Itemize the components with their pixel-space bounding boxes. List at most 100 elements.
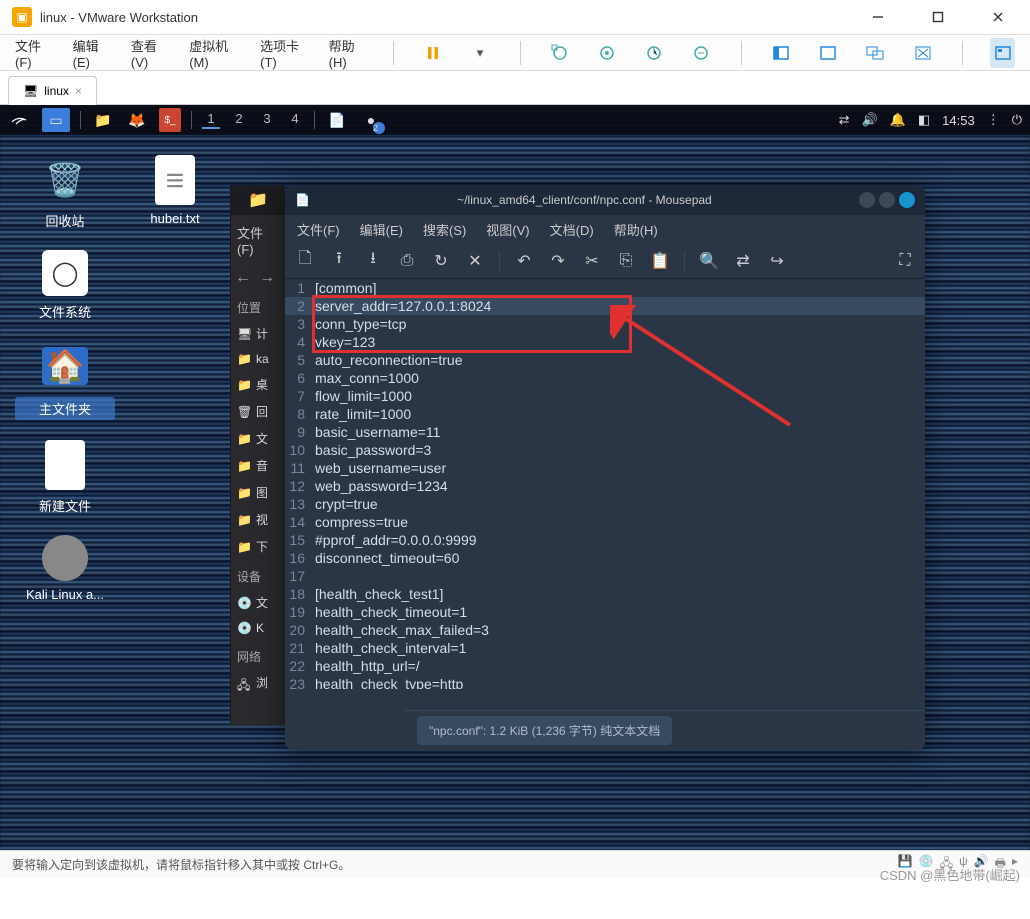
taskbar-editor-icon[interactable]: 📄 xyxy=(325,108,349,132)
vm-tab-linux[interactable]: 🖥 linux × xyxy=(8,76,97,105)
pause-button[interactable] xyxy=(420,38,445,68)
toolbar-btn-9[interactable] xyxy=(990,38,1015,68)
menu-help[interactable]: 帮助(H) xyxy=(329,36,366,70)
editor-line[interactable]: 20health_check_max_failed=3 xyxy=(285,621,925,639)
fm-downloads[interactable]: 📁下 xyxy=(231,533,285,560)
mp-menu-doc[interactable]: 文档(D) xyxy=(550,220,594,239)
mousepad-titlebar[interactable]: 📄 ~/linux_amd64_client/conf/npc.conf - M… xyxy=(285,185,925,215)
mp-menu-view[interactable]: 视图(V) xyxy=(486,220,529,239)
toolbar-btn-3[interactable] xyxy=(642,38,667,68)
minimize-button[interactable] xyxy=(858,2,898,32)
fm-pics[interactable]: 📁图 xyxy=(231,479,285,506)
fm-docs[interactable]: 📁文 xyxy=(231,425,285,452)
network-icon[interactable]: ⇄ xyxy=(839,112,850,128)
volume-icon[interactable]: 🔊 xyxy=(861,112,877,128)
power-icon[interactable]: ⏻ xyxy=(1012,112,1022,128)
home-folder-icon[interactable]: 🏠主文件夹 xyxy=(15,341,115,420)
fullscreen-icon[interactable]: ⛶ xyxy=(895,252,915,270)
taskbar-terminal-icon[interactable]: $_ xyxy=(159,108,181,132)
editor-line[interactable]: 22health_http_url=/ xyxy=(285,657,925,675)
fm-menu-file[interactable]: 文件(F) xyxy=(231,215,285,265)
open-icon[interactable]: ⭱ xyxy=(329,247,349,274)
tab-close-button[interactable]: × xyxy=(75,84,82,98)
editor-line[interactable]: 8rate_limit=1000 xyxy=(285,405,925,423)
editor-line[interactable]: 6max_conn=1000 xyxy=(285,369,925,387)
filesystem-icon[interactable]: ◯文件系统 xyxy=(15,250,115,321)
notification-icon[interactable]: 🔔 xyxy=(890,112,906,128)
kali-linux-icon[interactable]: Kali Linux a... xyxy=(15,535,115,602)
undo-icon[interactable]: ↶ xyxy=(514,251,534,271)
menu-edit[interactable]: 编辑(E) xyxy=(73,36,109,70)
taskbar-app-1[interactable]: ▭ xyxy=(42,108,70,132)
close-file-icon[interactable]: ✕ xyxy=(465,251,485,271)
trash-icon[interactable]: 🗑️回收站 xyxy=(15,155,115,230)
taskbar-firefox-icon[interactable]: 🦊 xyxy=(125,108,149,132)
fm-videos[interactable]: 📁视 xyxy=(231,506,285,533)
editor-line[interactable]: 14compress=true xyxy=(285,513,925,531)
fullscreen-button[interactable] xyxy=(769,38,794,68)
menu-vm[interactable]: 虚拟机(M) xyxy=(189,36,238,70)
mp-maximize-button[interactable] xyxy=(879,192,895,208)
editor-line[interactable]: 7flow_limit=1000 xyxy=(285,387,925,405)
editor-line[interactable]: 23health_check_type=http xyxy=(285,675,925,689)
close-button[interactable] xyxy=(978,2,1018,32)
search-icon[interactable]: 🔍 xyxy=(699,251,719,271)
newfile-icon[interactable]: 新建文件 xyxy=(15,440,115,515)
menu-tabs[interactable]: 选项卡(T) xyxy=(260,36,307,70)
editor-line[interactable]: 4vkey=123 xyxy=(285,333,925,351)
snapshot-manager-button[interactable] xyxy=(595,38,620,68)
save-icon[interactable]: ⭳ xyxy=(363,247,383,274)
editor-line[interactable]: 10basic_password=3 xyxy=(285,441,925,459)
workspace-2[interactable]: 2 xyxy=(230,111,248,129)
unity-button[interactable] xyxy=(816,38,841,68)
editor-line[interactable]: 9basic_username=11 xyxy=(285,423,925,441)
editor-line[interactable]: 13crypt=true xyxy=(285,495,925,513)
mp-menu-help[interactable]: 帮助(H) xyxy=(614,220,658,239)
mp-menu-search[interactable]: 搜索(S) xyxy=(423,220,466,239)
editor-line[interactable]: 21health_check_interval=1 xyxy=(285,639,925,657)
save-as-icon[interactable]: ⎙ xyxy=(397,252,417,270)
reload-icon[interactable]: ↻ xyxy=(431,251,451,271)
toolbar-btn-4[interactable] xyxy=(689,38,714,68)
fm-net-browse[interactable]: 🖧浏 xyxy=(231,669,285,696)
editor-line[interactable]: 11web_username=user xyxy=(285,459,925,477)
fm-dev-docs[interactable]: 💿文 xyxy=(231,589,285,616)
workspace-1[interactable]: 1 xyxy=(202,111,220,129)
taskbar-files-icon[interactable]: 📁 xyxy=(91,108,115,132)
mp-close-button[interactable] xyxy=(899,192,915,208)
hubei-txt-icon[interactable]: ≡hubei.txt xyxy=(125,155,225,226)
mp-menu-edit[interactable]: 编辑(E) xyxy=(360,220,403,239)
editor-area[interactable]: 1[common]2server_addr=127.0.0.1:80243con… xyxy=(285,279,925,689)
replace-icon[interactable]: ⇄ xyxy=(733,251,753,271)
back-icon[interactable]: ← xyxy=(235,269,251,287)
editor-line[interactable]: 12web_password=1234 xyxy=(285,477,925,495)
cut-icon[interactable]: ✂ xyxy=(582,251,602,271)
editor-line[interactable]: 18[health_check_test1] xyxy=(285,585,925,603)
editor-line[interactable]: 16disconnect_timeout=60 xyxy=(285,549,925,567)
fm-dev-k[interactable]: 💿K xyxy=(231,616,285,640)
taskbar-badge-icon[interactable]: ●2 xyxy=(359,108,383,132)
toolbar-btn-7[interactable] xyxy=(863,38,888,68)
goto-icon[interactable]: ↪ xyxy=(767,251,787,271)
battery-icon[interactable]: ◧ xyxy=(918,112,930,128)
power-dropdown[interactable]: ▾ xyxy=(467,38,492,68)
guest-desktop[interactable]: ▭ 📁 🦊 $_ 1 2 3 4 📄 ●2 ⇄ 🔊 🔔 ◧ 14:53 ⋮ ⏻ … xyxy=(0,105,1030,850)
fm-trash[interactable]: 🗑回 xyxy=(231,398,285,425)
copy-icon[interactable]: ⎘ xyxy=(616,252,636,270)
editor-line[interactable]: 2server_addr=127.0.0.1:8024 xyxy=(285,297,925,315)
fm-computer[interactable]: 🖥计 xyxy=(231,320,285,347)
menu-icon[interactable]: ⋮ xyxy=(987,112,1000,128)
maximize-button[interactable] xyxy=(918,2,958,32)
editor-line[interactable]: 17 xyxy=(285,567,925,585)
menu-view[interactable]: 查看(V) xyxy=(131,36,167,70)
forward-icon[interactable]: → xyxy=(259,269,275,287)
workspace-3[interactable]: 3 xyxy=(258,111,276,129)
editor-line[interactable]: 15#pprof_addr=0.0.0.0:9999 xyxy=(285,531,925,549)
menu-file[interactable]: 文件(F) xyxy=(15,36,51,70)
editor-line[interactable]: 19health_check_timeout=1 xyxy=(285,603,925,621)
snapshot-button[interactable] xyxy=(547,38,572,68)
fm-ka[interactable]: 📁ka xyxy=(231,347,285,371)
clock[interactable]: 14:53 xyxy=(942,113,975,128)
workspace-4[interactable]: 4 xyxy=(286,111,304,129)
paste-icon[interactable]: 📋 xyxy=(650,251,670,271)
